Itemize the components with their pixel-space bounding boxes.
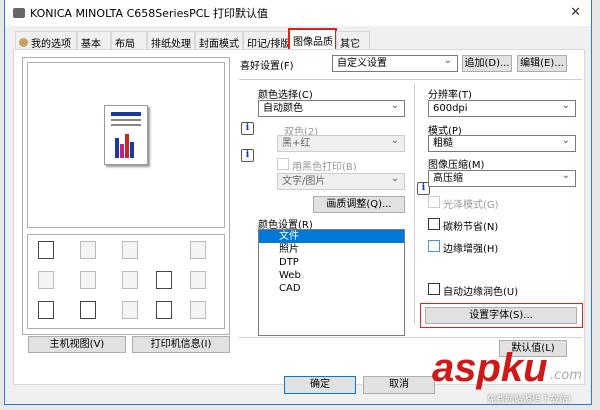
icon-setting-9[interactable] — [190, 271, 206, 289]
quality-adjust-button[interactable]: 画质调整(Q)... — [313, 196, 405, 213]
favorites-select[interactable]: 自定义设置 — [332, 53, 458, 72]
cancel-button[interactable]: 取消 — [363, 376, 435, 394]
printer-info-button[interactable]: 打印机信息(I) — [132, 336, 230, 353]
icon-setting-3[interactable] — [122, 241, 138, 259]
watermark-suffix: .com — [550, 368, 582, 383]
resolution-dropdown[interactable]: 600dpi — [428, 98, 576, 117]
resolution-label: 分辨率(T) — [428, 90, 472, 101]
icon-setting-8[interactable] — [156, 271, 172, 289]
printer-icon — [13, 8, 25, 18]
tab-panel: 主机视图(V) 打印机信息(I) 喜好设置(F) 自定义设置 追加(D)... … — [13, 49, 585, 385]
tab-layout[interactable]: 布局 — [111, 31, 147, 50]
column-divider — [414, 84, 415, 324]
gloss-label: 光泽模式(G) — [443, 200, 499, 211]
favorites-label: 喜好设置(F) — [240, 61, 294, 72]
color-select-label: 颜色选择(C) — [258, 90, 313, 101]
title-bar: KONICA MINOLTA C658SeriesPCL 打印默认值 ✕ — [5, 0, 591, 26]
info-icon[interactable]: i — [241, 149, 254, 162]
tab-basic[interactable]: 基本 — [77, 31, 111, 50]
auto-trap-checkbox[interactable] — [428, 283, 440, 295]
list-item-selected[interactable]: 文件 — [259, 230, 404, 243]
tab-my-options[interactable]: 我的选项 — [15, 31, 77, 50]
close-button[interactable]: ✕ — [570, 5, 581, 20]
compression-dropdown[interactable]: 高压缩 — [428, 168, 576, 187]
toner-save-checkbox[interactable] — [428, 218, 440, 230]
ok-button[interactable]: 确定 — [284, 376, 356, 394]
set-font-button[interactable]: 设置字体(S)... — [425, 307, 577, 324]
print-black-label: 用黑色打印(B) — [292, 162, 357, 173]
icon-setting-1[interactable] — [38, 241, 54, 259]
print-black-dropdown[interactable]: 文字/图片 — [277, 171, 405, 190]
icon-setting-5[interactable] — [38, 271, 54, 289]
window-title: KONICA MINOLTA C658SeriesPCL 打印默认值 — [30, 7, 269, 20]
icon-setting-4[interactable] — [190, 241, 206, 259]
icon-setting-13[interactable] — [156, 301, 172, 319]
separator — [239, 79, 582, 80]
tab-stamp-composition[interactable]: 印记/排版 — [243, 31, 290, 50]
separator — [239, 337, 582, 338]
color-settings-list[interactable]: 文件 照片 DTP Web CAD — [258, 229, 405, 336]
edit-favorite-button[interactable]: 编辑(E)... — [517, 55, 567, 72]
two-color-dropdown[interactable]: 黑+红 — [277, 133, 405, 152]
watermark-text: aspku — [432, 346, 548, 390]
print-black-checkbox[interactable] — [277, 158, 289, 170]
tab-image-quality[interactable]: 图像品质 — [288, 28, 337, 51]
tab-label: 图像品质 — [293, 37, 333, 48]
list-item[interactable]: 照片 — [259, 243, 404, 256]
icon-setting-2[interactable] — [80, 241, 96, 259]
icon-setting-10[interactable] — [38, 301, 54, 319]
icon-setting-12[interactable] — [122, 301, 138, 319]
info-icon[interactable]: i — [241, 122, 254, 135]
edge-enhance-label: 边缘增强(H) — [443, 244, 499, 255]
list-item[interactable]: Web — [259, 269, 404, 282]
icon-setting-14[interactable] — [190, 301, 206, 319]
user-icon — [19, 38, 28, 47]
compression-label: 图像压缩(M) — [428, 160, 485, 171]
color-select-dropdown[interactable]: 自动颜色 — [258, 98, 405, 117]
auto-trap-label: 自动边缘润色(U) — [443, 287, 519, 298]
page-preview — [27, 62, 225, 228]
gloss-checkbox[interactable] — [428, 196, 440, 208]
list-item[interactable]: DTP — [259, 256, 404, 269]
icon-setting-6[interactable] — [80, 271, 96, 289]
icon-setting-7[interactable] — [122, 271, 138, 289]
watermark-logo: aspku .com 免费网站源码下载站! — [432, 346, 600, 410]
list-item[interactable]: CAD — [259, 282, 404, 295]
tab-finishing[interactable]: 排纸处理 — [147, 31, 195, 50]
function-icon-grid — [27, 234, 225, 329]
mode-dropdown[interactable]: 粗糙 — [428, 133, 576, 152]
edge-enhance-checkbox[interactable] — [428, 240, 440, 252]
toner-save-label: 碳粉节省(N) — [443, 222, 499, 233]
tab-other[interactable]: 其它 — [336, 31, 370, 50]
host-view-button[interactable]: 主机视图(V) — [28, 336, 126, 353]
add-favorite-button[interactable]: 追加(D)... — [462, 55, 512, 72]
paper-icon — [104, 105, 148, 165]
printer-defaults-dialog: KONICA MINOLTA C658SeriesPCL 打印默认值 ✕ 我的选… — [4, 0, 592, 405]
icon-setting-11[interactable] — [80, 301, 96, 319]
watermark-subtitle: 免费网站源码下载站! — [487, 395, 572, 405]
tab-cover-mode[interactable]: 封面模式 — [195, 31, 243, 50]
